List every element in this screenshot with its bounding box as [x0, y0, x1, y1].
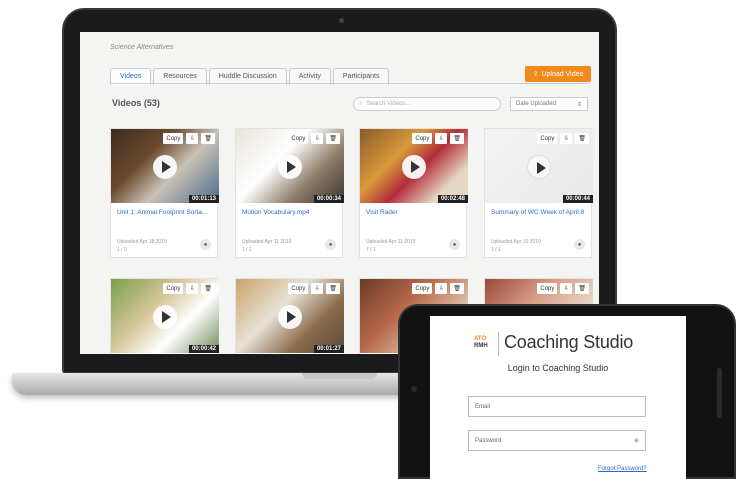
phone-screen: ATO RMH Coaching Studio Login to Coachin… — [430, 316, 686, 479]
play-icon[interactable] — [402, 155, 426, 179]
trash-icon[interactable]: 🗑 — [201, 283, 215, 294]
phone-home-button — [717, 368, 722, 418]
download-icon[interactable]: ⇩ — [435, 133, 448, 144]
trash-icon[interactable]: 🗑 — [326, 283, 340, 294]
password-field[interactable]: Password ◉ — [468, 430, 646, 451]
download-icon[interactable]: ⇩ — [435, 283, 448, 294]
login-title: Login to Coaching Studio — [507, 363, 609, 373]
phone: ATO RMH Coaching Studio Login to Coachin… — [398, 304, 736, 479]
video-upload-date: Uploaded Apr 11 2019 — [366, 239, 416, 245]
microphone-icon[interactable]: ● — [200, 239, 211, 250]
video-upload-date: Uploaded Apr 10 2019 — [491, 239, 541, 245]
video-card[interactable]: Copy ⇩ 🗑 00:00:44 Summary of WC Week of … — [484, 128, 593, 258]
copy-button[interactable]: Copy — [412, 133, 433, 144]
video-card[interactable]: Copy ⇩ 🗑 00:00:42 — [110, 278, 219, 354]
microphone-icon[interactable]: ● — [574, 239, 585, 250]
video-title[interactable]: Summary of WC Week of April 8 — [491, 209, 587, 216]
copy-button[interactable]: Copy — [288, 283, 309, 294]
video-duration: 00:00:34 — [313, 195, 344, 203]
brand-logo-top: ATO — [474, 336, 487, 342]
search-placeholder: Search Videos... — [366, 101, 411, 107]
copy-button[interactable]: Copy — [537, 133, 558, 144]
video-title[interactable]: Visit Rader — [366, 209, 462, 216]
trash-icon[interactable]: 🗑 — [201, 133, 215, 144]
video-upload-date: Uploaded Apr 11 2019 — [242, 239, 292, 245]
play-icon[interactable] — [278, 155, 302, 179]
download-icon[interactable]: ⇩ — [186, 283, 199, 294]
laptop-notch — [302, 373, 377, 379]
microphone-icon[interactable]: ● — [449, 239, 460, 250]
eye-icon[interactable]: ◉ — [634, 437, 639, 444]
video-stats: 7 / 1 — [366, 247, 376, 253]
play-icon[interactable] — [153, 155, 177, 179]
search-input[interactable]: ⌕ Search Videos... — [353, 97, 501, 111]
chevron-updown-icon: ⇕ — [576, 101, 582, 108]
upload-icon: ⇪ — [532, 71, 539, 78]
video-duration: 00:01:27 — [313, 345, 344, 353]
trash-icon[interactable]: 🗑 — [326, 133, 340, 144]
video-stats: 1 / 1 — [491, 247, 501, 253]
copy-button[interactable]: Copy — [163, 133, 184, 144]
video-card[interactable]: Copy ⇩ 🗑 00:02:48 Visit Rader Uploaded A… — [359, 128, 468, 258]
video-thumbnail[interactable]: Copy ⇩ 🗑 00:00:44 — [485, 129, 593, 203]
video-thumbnail[interactable]: Copy ⇩ 🗑 00:02:48 — [360, 129, 468, 203]
video-thumbnail[interactable]: Copy ⇩ 🗑 00:00:34 — [236, 129, 344, 203]
microphone-icon[interactable]: ● — [325, 239, 336, 250]
sort-select[interactable]: Date Uploaded ⇕ — [510, 97, 588, 111]
sort-label: Date Uploaded — [516, 101, 557, 107]
workspace-title: Science Alternatives — [110, 44, 174, 51]
trash-icon[interactable]: 🗑 — [450, 283, 464, 294]
laptop-camera — [339, 18, 344, 23]
play-icon[interactable] — [153, 305, 177, 329]
video-thumbnail[interactable]: Copy ⇩ 🗑 00:01:13 — [111, 129, 219, 203]
trash-icon[interactable]: 🗑 — [575, 133, 589, 144]
video-card[interactable]: Copy ⇩ 🗑 00:01:13 Unit 1: Animal Footpri… — [110, 128, 219, 258]
video-thumbnail[interactable]: Copy ⇩ 🗑 00:01:27 — [236, 279, 344, 353]
video-duration: 00:02:48 — [437, 195, 468, 203]
device-mockup: Science Alternatives Videos Resources Hu… — [0, 0, 738, 479]
play-icon[interactable] — [527, 155, 551, 179]
brand-logo-bottom: RMH — [474, 343, 488, 349]
video-upload-date: Uploaded Apr 18 2019 — [117, 239, 167, 245]
copy-button[interactable]: Copy — [288, 133, 309, 144]
brand-name: Coaching Studio — [504, 332, 634, 352]
password-placeholder: Password — [475, 437, 502, 444]
forgot-password-link[interactable]: Forgot Password? — [598, 466, 647, 472]
brand-divider — [498, 332, 499, 356]
video-card[interactable]: Copy ⇩ 🗑 00:00:34 Motion Vocabulary.mp4 … — [235, 128, 344, 258]
videos-count-title: Videos (53) — [112, 98, 160, 108]
video-stats: 1 / 0 — [117, 247, 127, 253]
video-duration: 00:00:44 — [562, 195, 593, 203]
video-card[interactable]: Copy ⇩ 🗑 00:01:27 — [235, 278, 344, 354]
tab-divider — [110, 83, 590, 84]
brand-logo: ATO RMH — [474, 336, 488, 350]
video-duration: 00:00:42 — [188, 345, 219, 353]
video-thumbnail[interactable]: Copy ⇩ 🗑 00:00:42 — [111, 279, 219, 353]
upload-video-button[interactable]: ⇪ Upload Video — [525, 66, 591, 82]
trash-icon[interactable]: 🗑 — [575, 283, 589, 294]
trash-icon[interactable]: 🗑 — [450, 133, 464, 144]
copy-button[interactable]: Copy — [537, 283, 558, 294]
upload-video-label: Upload Video — [541, 70, 584, 78]
phone-speaker — [411, 386, 417, 392]
download-icon[interactable]: ⇩ — [311, 283, 324, 294]
copy-button[interactable]: Copy — [163, 283, 184, 294]
video-title[interactable]: Unit 1: Animal Footprint Sorta... — [117, 209, 213, 216]
play-icon[interactable] — [278, 305, 302, 329]
search-icon: ⌕ — [359, 100, 363, 107]
download-icon[interactable]: ⇩ — [186, 133, 199, 144]
video-stats: 1 / 1 — [242, 247, 252, 253]
download-icon[interactable]: ⇩ — [560, 283, 573, 294]
download-icon[interactable]: ⇩ — [560, 133, 573, 144]
copy-button[interactable]: Copy — [412, 283, 433, 294]
video-duration: 00:01:13 — [188, 195, 219, 203]
email-field[interactable]: Email — [468, 396, 646, 417]
email-placeholder: Email — [475, 403, 491, 410]
video-title[interactable]: Motion Vocabulary.mp4 — [242, 209, 338, 216]
download-icon[interactable]: ⇩ — [311, 133, 324, 144]
